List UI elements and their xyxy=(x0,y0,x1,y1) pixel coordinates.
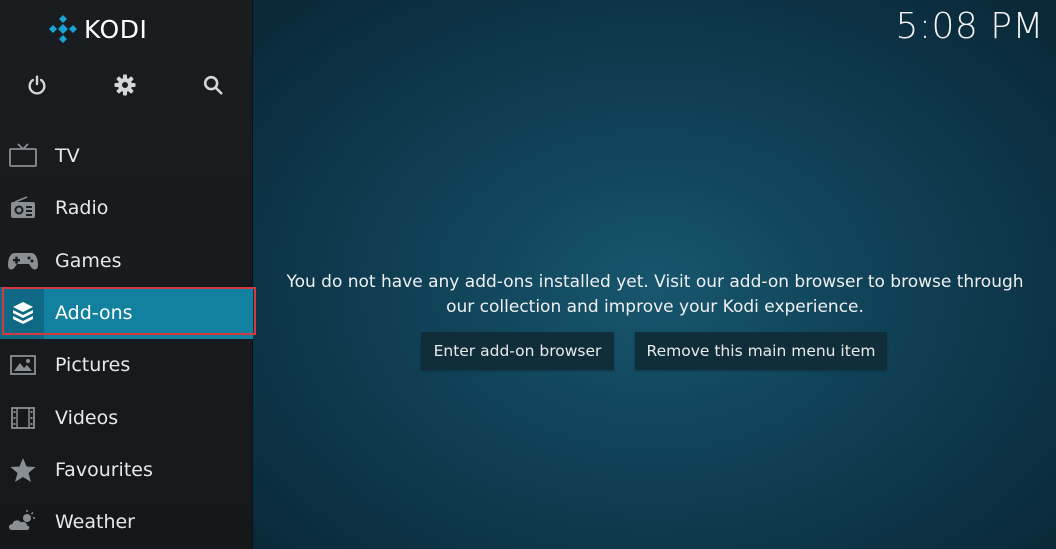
remove-main-menu-item-button[interactable]: Remove this main menu item xyxy=(635,332,887,370)
radio-icon xyxy=(0,182,44,234)
tv-icon xyxy=(0,130,44,182)
star-icon xyxy=(0,444,44,496)
menu-item-label: Videos xyxy=(55,406,119,429)
clock: 5:08 PM xyxy=(895,6,1044,47)
menu-item-weather[interactable]: Weather xyxy=(0,496,253,548)
main-menu: TV Radio Games Add-ons Pictures Videos F… xyxy=(0,130,253,548)
menu-item-label: Weather xyxy=(55,511,135,534)
weather-icon xyxy=(0,496,44,548)
kodi-logo[interactable]: KODI xyxy=(48,14,147,44)
menu-item-radio[interactable]: Radio xyxy=(0,182,253,234)
empty-addons-message: You do not have any add-ons installed ye… xyxy=(286,272,1024,317)
logo-text: KODI xyxy=(84,14,148,44)
menu-item-addons[interactable]: Add-ons xyxy=(0,286,253,340)
kodi-logo-icon xyxy=(49,15,77,43)
menu-item-label: Games xyxy=(55,249,122,272)
film-icon xyxy=(0,392,44,444)
top-icon-bar xyxy=(0,72,253,100)
menu-item-pictures[interactable]: Pictures xyxy=(0,339,253,391)
menu-item-label: Radio xyxy=(55,197,109,220)
menu-item-games[interactable]: Games xyxy=(0,235,253,287)
menu-item-label: Favourites xyxy=(55,458,153,481)
enter-addon-browser-button[interactable]: Enter add-on browser xyxy=(421,332,614,370)
menu-item-tv[interactable]: TV xyxy=(0,130,253,182)
menu-item-videos[interactable]: Videos xyxy=(0,391,253,443)
power-icon[interactable] xyxy=(24,72,50,98)
menu-item-label: TV xyxy=(55,145,80,168)
addon-box-icon xyxy=(0,287,44,340)
gamepad-icon xyxy=(0,235,44,287)
sidebar: KODI TV Radio Games Add-ons Pictures Vid… xyxy=(0,0,253,549)
settings-icon[interactable] xyxy=(112,72,138,98)
search-icon[interactable] xyxy=(200,72,226,98)
menu-item-favourites[interactable]: Favourites xyxy=(0,444,253,496)
menu-item-label: Pictures xyxy=(55,354,131,377)
menu-item-label: Add-ons xyxy=(55,302,133,325)
picture-icon xyxy=(0,339,44,391)
